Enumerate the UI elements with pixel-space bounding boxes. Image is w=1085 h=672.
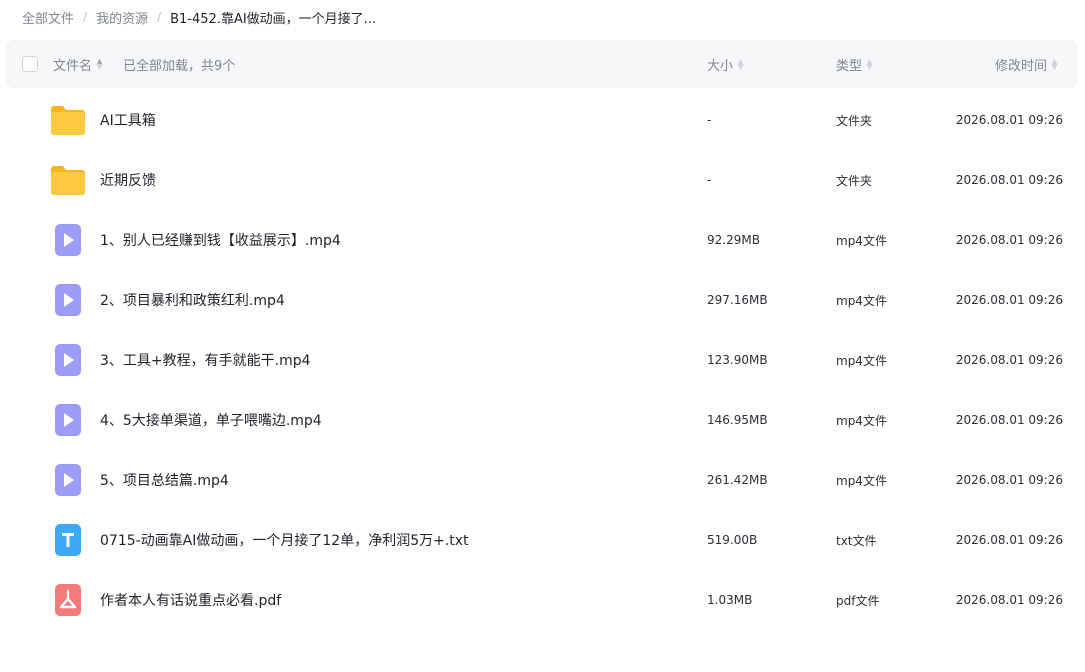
select-all-checkbox[interactable] (22, 56, 38, 72)
folder-icon (50, 164, 86, 196)
file-table-header: 文件名 ▲ ▼ 已全部加载，共9个 大小 ▲ ▼ 类型 ▲ ▼ 修改时间 ▲ ▼ (6, 40, 1078, 88)
file-row[interactable]: AI工具箱 - 文件夹 2026.08.01 09:26 (0, 90, 1085, 150)
file-size: 146.95MB (707, 413, 768, 427)
file-name[interactable]: 4、5大接单渠道，单子喂嘴边.mp4 (100, 390, 322, 450)
file-row[interactable]: 1、别人已经赚到钱【收益展示】.mp4 92.29MB mp4文件 2026.0… (0, 210, 1085, 270)
breadcrumb: 全部文件 / 我的资源 / B1-452.靠AI做动画，一个月接了... (22, 6, 376, 28)
file-modified-time: 2026.08.01 09:26 (955, 473, 1063, 487)
sort-icon: ▲ ▼ (737, 57, 744, 71)
header-modified-column[interactable]: 修改时间 ▲ ▼ (995, 40, 1058, 88)
file-type: mp4文件 (836, 353, 887, 368)
file-type: txt文件 (836, 533, 877, 548)
file-type: mp4文件 (836, 473, 887, 488)
file-row[interactable]: 近期反馈 - 文件夹 2026.08.01 09:26 (0, 150, 1085, 210)
file-modified-time: 2026.08.01 09:26 (955, 593, 1063, 607)
file-row[interactable]: 3、工具+教程，有手就能干.mp4 123.90MB mp4文件 2026.08… (0, 330, 1085, 390)
sort-icon: ▲ ▼ (96, 57, 103, 71)
header-name-column[interactable]: 文件名 ▲ ▼ 已全部加载，共9个 (53, 40, 235, 88)
breadcrumb-separator: / (157, 10, 162, 24)
text-file-icon (50, 524, 86, 556)
file-name[interactable]: 2、项目暴利和政策红利.mp4 (100, 270, 285, 330)
file-type: 文件夹 (836, 173, 873, 188)
header-type-label: 类型 (836, 58, 863, 74)
file-modified-time: 2026.08.01 09:26 (955, 533, 1063, 547)
file-modified-time: 2026.08.01 09:26 (955, 233, 1063, 247)
header-size-label: 大小 (707, 58, 734, 74)
header-type-column[interactable]: 类型 ▲ ▼ (836, 40, 873, 88)
file-type: mp4文件 (836, 293, 887, 308)
file-size: 92.29MB (707, 233, 760, 247)
file-name[interactable]: AI工具箱 (100, 90, 156, 150)
file-type: pdf文件 (836, 593, 880, 608)
sort-icon: ▲ ▼ (866, 57, 873, 71)
file-size: 123.90MB (707, 353, 768, 367)
file-type: 文件夹 (836, 113, 873, 128)
pdf-file-icon (50, 584, 86, 616)
file-name[interactable]: 5、项目总结篇.mp4 (100, 450, 229, 510)
video-file-icon (50, 224, 86, 256)
video-file-icon (50, 284, 86, 316)
file-type: mp4文件 (836, 233, 887, 248)
file-size: 297.16MB (707, 293, 768, 307)
file-row[interactable]: 0715-动画靠AI做动画，一个月接了12单，净利润5万+.txt 519.00… (0, 510, 1085, 570)
file-type: mp4文件 (836, 413, 887, 428)
file-row[interactable]: 4、5大接单渠道，单子喂嘴边.mp4 146.95MB mp4文件 2026.0… (0, 390, 1085, 450)
file-name[interactable]: 0715-动画靠AI做动画，一个月接了12单，净利润5万+.txt (100, 510, 469, 570)
file-modified-time: 2026.08.01 09:26 (955, 293, 1063, 307)
file-size: - (707, 173, 712, 187)
file-size: 519.00B (707, 533, 758, 547)
file-modified-time: 2026.08.01 09:26 (955, 173, 1063, 187)
breadcrumb-my-resources[interactable]: 我的资源 (96, 8, 148, 27)
breadcrumb-separator: / (83, 10, 88, 24)
file-name[interactable]: 作者本人有话说重点必看.pdf (100, 570, 281, 630)
header-size-column[interactable]: 大小 ▲ ▼ (707, 40, 744, 88)
file-row[interactable]: 5、项目总结篇.mp4 261.42MB mp4文件 2026.08.01 09… (0, 450, 1085, 510)
breadcrumb-all-files[interactable]: 全部文件 (22, 8, 74, 27)
file-size: 261.42MB (707, 473, 768, 487)
folder-icon (50, 104, 86, 136)
file-row[interactable]: 2、项目暴利和政策红利.mp4 297.16MB mp4文件 2026.08.0… (0, 270, 1085, 330)
video-file-icon (50, 404, 86, 436)
file-size: 1.03MB (707, 593, 753, 607)
header-name-label: 文件名 (53, 58, 93, 74)
file-modified-time: 2026.08.01 09:26 (955, 113, 1063, 127)
video-file-icon (50, 344, 86, 376)
video-file-icon (50, 464, 86, 496)
file-list: AI工具箱 - 文件夹 2026.08.01 09:26 近期反馈 - 文件夹 … (0, 90, 1085, 630)
loaded-count-note: 已全部加载，共9个 (123, 58, 236, 74)
header-modified-label: 修改时间 (995, 58, 1048, 74)
file-row[interactable]: 作者本人有话说重点必看.pdf 1.03MB pdf文件 2026.08.01 … (0, 570, 1085, 630)
file-name[interactable]: 近期反馈 (100, 150, 156, 210)
file-name[interactable]: 1、别人已经赚到钱【收益展示】.mp4 (100, 210, 341, 270)
file-name[interactable]: 3、工具+教程，有手就能干.mp4 (100, 330, 311, 390)
breadcrumb-current-folder: B1-452.靠AI做动画，一个月接了... (170, 11, 377, 27)
file-modified-time: 2026.08.01 09:26 (955, 353, 1063, 367)
file-modified-time: 2026.08.01 09:26 (955, 413, 1063, 427)
file-size: - (707, 113, 712, 127)
sort-icon: ▲ ▼ (1051, 57, 1058, 71)
